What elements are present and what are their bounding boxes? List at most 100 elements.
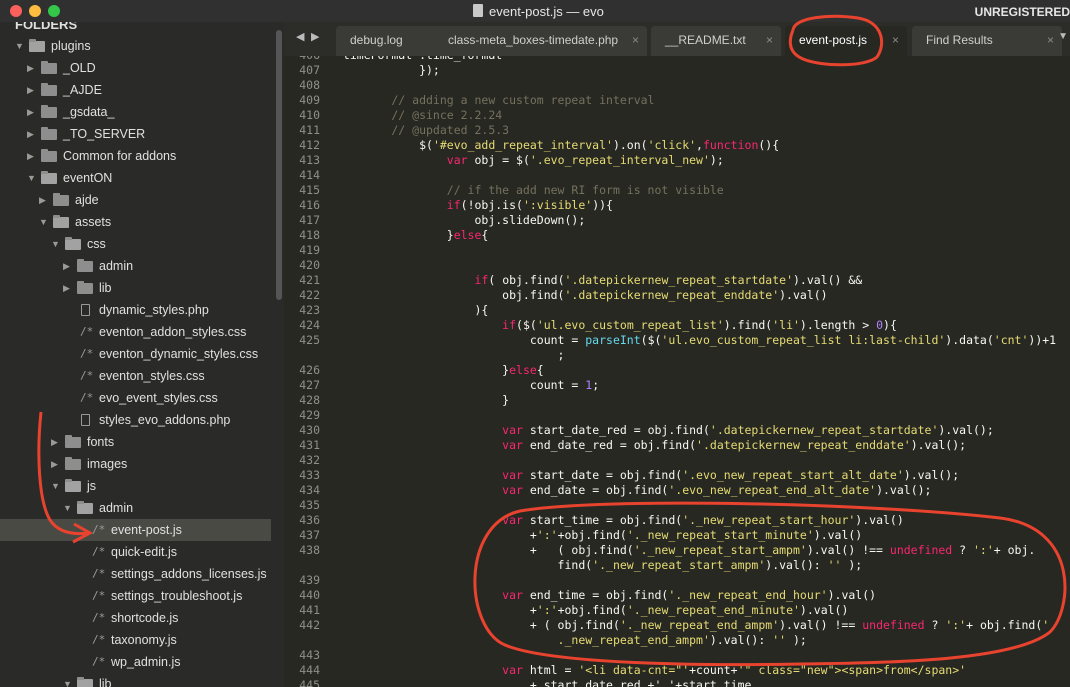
tree-item[interactable]: ▶ lib [0, 277, 271, 299]
tab-next-icon[interactable]: ▶ [311, 30, 319, 43]
tab-menu-icon[interactable]: ▼ [1058, 31, 1068, 42]
line-number: 442 [299, 618, 320, 632]
tree-item[interactable]: ▼ admin [0, 497, 271, 519]
tree-item[interactable]: ▶ Common for addons [0, 145, 271, 167]
chevron-right-icon[interactable]: ▶ [27, 145, 37, 167]
chevron-right-icon[interactable]: ▶ [63, 277, 73, 299]
code-token: function [702, 138, 759, 152]
tree-item[interactable]: /* wp_admin.js [0, 651, 271, 673]
chevron-right-icon[interactable]: ▶ [27, 79, 37, 101]
code-token: '.evo_new_repeat_start_alt_date' [682, 468, 904, 482]
tree-item-label: js [87, 479, 97, 493]
code-line: $('#evo_add_repeat_interval').on('click'… [336, 138, 779, 153]
chevron-down-icon[interactable]: ▼ [27, 167, 37, 189]
tree-item[interactable]: ▶ _gsdata_ [0, 101, 271, 123]
comment-file-icon: /* [92, 611, 106, 624]
code-token: else [453, 228, 482, 242]
file-icon [81, 304, 90, 316]
sidebar-scrollbar[interactable] [276, 30, 282, 300]
tree-item[interactable]: /* evo_event_styles.css [0, 387, 271, 409]
tree-item[interactable]: /* eventon_addon_styles.css [0, 321, 271, 343]
chevron-down-icon[interactable]: ▼ [15, 35, 25, 57]
tree-item[interactable]: ▼ js [0, 475, 271, 497]
tree-item[interactable]: /* eventon_dynamic_styles.css [0, 343, 271, 365]
chevron-right-icon[interactable]: ▶ [27, 101, 37, 123]
code-token: ).find( [723, 318, 773, 332]
tab-label: Find Results [926, 33, 993, 47]
tree-item[interactable]: ▶ _AJDE [0, 79, 271, 101]
tree-item[interactable]: /* taxonomy.js [0, 629, 271, 651]
code-token: html = [522, 663, 579, 677]
code-token: end_time = obj.find( [522, 588, 669, 602]
tab-close-icon[interactable]: × [766, 26, 773, 54]
code-token: ).val() [813, 528, 863, 542]
chevron-down-icon[interactable]: ▼ [63, 673, 73, 687]
tree-item[interactable]: ▼ plugins [0, 35, 271, 57]
tree-item-label: _gsdata_ [63, 105, 115, 119]
tab-prev-icon[interactable]: ◀ [296, 30, 304, 43]
line-number: 411 [299, 123, 320, 137]
line-number: 421 [299, 273, 320, 287]
tree-item[interactable]: ▶ ajde [0, 189, 271, 211]
code-token: obj = $( [467, 153, 530, 167]
tree-item[interactable]: /* eventon_styles.css [0, 365, 271, 387]
chevron-right-icon[interactable]: ▶ [51, 453, 61, 475]
comment-file-icon: /* [92, 633, 106, 646]
code-line: // @updated 2.5.3 [336, 123, 509, 138]
tree-item[interactable]: /* event-post.js [0, 519, 271, 541]
tree-item[interactable]: /* settings_troubleshoot.js [0, 585, 271, 607]
tree-item[interactable]: dynamic_styles.php [0, 299, 271, 321]
tab-class-meta-boxes-timedate-php[interactable]: class-meta_boxes-timedate.php × [434, 26, 647, 56]
tab-readme-txt[interactable]: __README.txt × [651, 26, 781, 56]
tree-item[interactable]: styles_evo_addons.php [0, 409, 271, 431]
line-number: 445 [299, 678, 320, 687]
code-token: ).val() !== [779, 618, 863, 632]
tab-event-post-js[interactable]: event-post.js × [785, 26, 907, 56]
file-icon [81, 414, 90, 426]
tab-find-results[interactable]: Find Results × [912, 26, 1062, 56]
tree-item[interactable]: ▼ assets [0, 211, 271, 233]
line-number: 409 [299, 93, 320, 107]
code-token: + ( obj.find( [336, 543, 634, 557]
window-close-button[interactable] [10, 5, 22, 17]
window-minimize-button[interactable] [29, 5, 41, 17]
code-token: ':' [536, 528, 558, 542]
tree-item[interactable]: ▼ css [0, 233, 271, 255]
tree-item[interactable]: /* quick-edit.js [0, 541, 271, 563]
code-token: var [502, 483, 523, 497]
tree-item[interactable]: ▶ images [0, 453, 271, 475]
tab-close-icon[interactable]: × [632, 26, 639, 54]
code-line: if($('ul.evo_custom_repeat_list').find('… [336, 318, 897, 333]
tree-item[interactable]: ▶ _TO_SERVER [0, 123, 271, 145]
tree-item-label: settings_addons_licenses.js [111, 567, 267, 581]
code-token: count = [336, 333, 586, 347]
tree-item[interactable]: ▼ eventON [0, 167, 271, 189]
code-editor[interactable]: 'timeFormat':time_format }); // adding a… [336, 56, 1070, 687]
tree-item[interactable]: /* settings_addons_licenses.js [0, 563, 271, 585]
tree-item[interactable]: ▼ lib [0, 673, 271, 687]
tree-item[interactable]: /* shortcode.js [0, 607, 271, 629]
chevron-down-icon[interactable]: ▼ [51, 233, 61, 255]
code-token: ); [841, 558, 863, 572]
chevron-right-icon[interactable]: ▶ [51, 431, 61, 453]
window-maximize-button[interactable] [48, 5, 60, 17]
code-token: ( obj.find( [488, 273, 565, 287]
tree-item[interactable]: ▶ admin [0, 255, 271, 277]
line-number: 413 [299, 153, 320, 167]
tab-close-icon[interactable]: × [892, 26, 899, 54]
code-line: if(!obj.is(':visible')){ [336, 198, 613, 213]
code-line: ; [336, 348, 565, 363]
chevron-right-icon[interactable]: ▶ [63, 255, 73, 277]
code-token: start_date = obj.find( [522, 468, 683, 482]
tree-item[interactable]: ▶ fonts [0, 431, 271, 453]
code-token: '' [772, 633, 787, 647]
tree-item[interactable]: ▶ _OLD [0, 57, 271, 79]
chevron-down-icon[interactable]: ▼ [39, 211, 49, 233]
tab-close-icon[interactable]: × [1047, 26, 1054, 54]
code-token: ':' [973, 543, 994, 557]
chevron-down-icon[interactable]: ▼ [63, 497, 73, 519]
chevron-right-icon[interactable]: ▶ [27, 57, 37, 79]
chevron-right-icon[interactable]: ▶ [27, 123, 37, 145]
chevron-right-icon[interactable]: ▶ [39, 189, 49, 211]
chevron-down-icon[interactable]: ▼ [51, 475, 61, 497]
